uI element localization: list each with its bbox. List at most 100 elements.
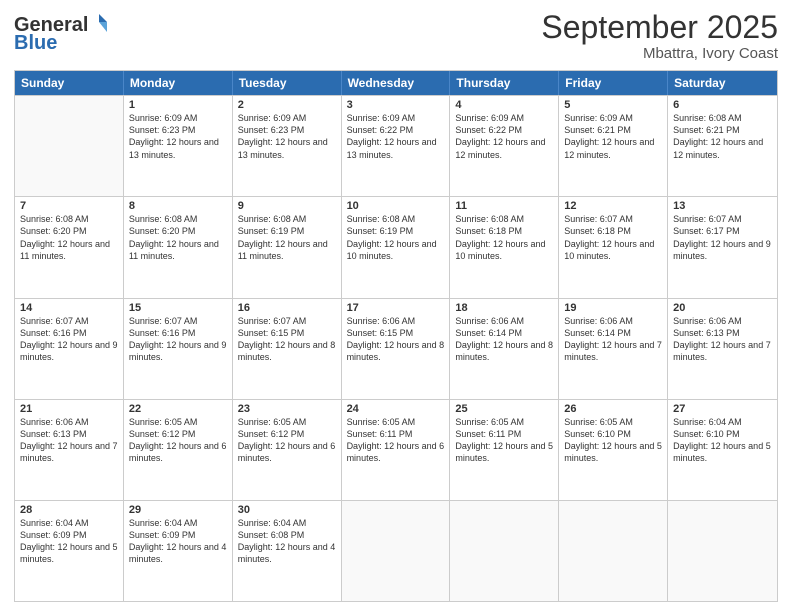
- cell-info: Sunrise: 6:07 AM Sunset: 6:16 PM Dayligh…: [129, 315, 227, 364]
- day-number: 6: [673, 99, 772, 111]
- cell-info: Sunrise: 6:09 AM Sunset: 6:23 PM Dayligh…: [129, 112, 227, 161]
- table-row: 14Sunrise: 6:07 AM Sunset: 6:16 PM Dayli…: [15, 299, 124, 399]
- header-day-thursday: Thursday: [450, 71, 559, 95]
- cell-info: Sunrise: 6:07 AM Sunset: 6:18 PM Dayligh…: [564, 213, 662, 262]
- cell-info: Sunrise: 6:04 AM Sunset: 6:09 PM Dayligh…: [20, 517, 118, 566]
- table-row: 30Sunrise: 6:04 AM Sunset: 6:08 PM Dayli…: [233, 501, 342, 601]
- cell-info: Sunrise: 6:09 AM Sunset: 6:23 PM Dayligh…: [238, 112, 336, 161]
- title-block: September 2025 Mbattra, Ivory Coast: [541, 10, 778, 62]
- cell-info: Sunrise: 6:06 AM Sunset: 6:14 PM Dayligh…: [564, 315, 662, 364]
- calendar-row-3: 14Sunrise: 6:07 AM Sunset: 6:16 PM Dayli…: [15, 298, 777, 399]
- table-row: 21Sunrise: 6:06 AM Sunset: 6:13 PM Dayli…: [15, 400, 124, 500]
- cell-info: Sunrise: 6:04 AM Sunset: 6:10 PM Dayligh…: [673, 416, 772, 465]
- logo-icon: [90, 12, 108, 34]
- day-number: 16: [238, 302, 336, 314]
- day-number: 25: [455, 403, 553, 415]
- table-row: 16Sunrise: 6:07 AM Sunset: 6:15 PM Dayli…: [233, 299, 342, 399]
- header-day-tuesday: Tuesday: [233, 71, 342, 95]
- day-number: 27: [673, 403, 772, 415]
- table-row: 11Sunrise: 6:08 AM Sunset: 6:18 PM Dayli…: [450, 197, 559, 297]
- day-number: 18: [455, 302, 553, 314]
- day-number: 26: [564, 403, 662, 415]
- header-day-wednesday: Wednesday: [342, 71, 451, 95]
- calendar-row-2: 7Sunrise: 6:08 AM Sunset: 6:20 PM Daylig…: [15, 196, 777, 297]
- cell-info: Sunrise: 6:07 AM Sunset: 6:16 PM Dayligh…: [20, 315, 118, 364]
- day-number: 4: [455, 99, 553, 111]
- day-number: 21: [20, 403, 118, 415]
- table-row: [450, 501, 559, 601]
- day-number: 5: [564, 99, 662, 111]
- table-row: 13Sunrise: 6:07 AM Sunset: 6:17 PM Dayli…: [668, 197, 777, 297]
- table-row: 29Sunrise: 6:04 AM Sunset: 6:09 PM Dayli…: [124, 501, 233, 601]
- calendar-row-5: 28Sunrise: 6:04 AM Sunset: 6:09 PM Dayli…: [15, 500, 777, 601]
- table-row: 24Sunrise: 6:05 AM Sunset: 6:11 PM Dayli…: [342, 400, 451, 500]
- day-number: 23: [238, 403, 336, 415]
- cell-info: Sunrise: 6:08 AM Sunset: 6:18 PM Dayligh…: [455, 213, 553, 262]
- table-row: 15Sunrise: 6:07 AM Sunset: 6:16 PM Dayli…: [124, 299, 233, 399]
- cell-info: Sunrise: 6:05 AM Sunset: 6:12 PM Dayligh…: [129, 416, 227, 465]
- header-day-sunday: Sunday: [15, 71, 124, 95]
- month-title: September 2025: [541, 10, 778, 45]
- cell-info: Sunrise: 6:06 AM Sunset: 6:15 PM Dayligh…: [347, 315, 445, 364]
- cell-info: Sunrise: 6:08 AM Sunset: 6:21 PM Dayligh…: [673, 112, 772, 161]
- day-number: 15: [129, 302, 227, 314]
- day-number: 29: [129, 504, 227, 516]
- table-row: 25Sunrise: 6:05 AM Sunset: 6:11 PM Dayli…: [450, 400, 559, 500]
- header-day-monday: Monday: [124, 71, 233, 95]
- day-number: 10: [347, 200, 445, 212]
- table-row: 23Sunrise: 6:05 AM Sunset: 6:12 PM Dayli…: [233, 400, 342, 500]
- table-row: 12Sunrise: 6:07 AM Sunset: 6:18 PM Dayli…: [559, 197, 668, 297]
- table-row: 22Sunrise: 6:05 AM Sunset: 6:12 PM Dayli…: [124, 400, 233, 500]
- cell-info: Sunrise: 6:09 AM Sunset: 6:21 PM Dayligh…: [564, 112, 662, 161]
- cell-info: Sunrise: 6:07 AM Sunset: 6:15 PM Dayligh…: [238, 315, 336, 364]
- day-number: 22: [129, 403, 227, 415]
- table-row: 26Sunrise: 6:05 AM Sunset: 6:10 PM Dayli…: [559, 400, 668, 500]
- cell-info: Sunrise: 6:05 AM Sunset: 6:12 PM Dayligh…: [238, 416, 336, 465]
- cell-info: Sunrise: 6:08 AM Sunset: 6:20 PM Dayligh…: [20, 213, 118, 262]
- table-row: 2Sunrise: 6:09 AM Sunset: 6:23 PM Daylig…: [233, 96, 342, 196]
- cell-info: Sunrise: 6:09 AM Sunset: 6:22 PM Dayligh…: [455, 112, 553, 161]
- day-number: 30: [238, 504, 336, 516]
- day-number: 14: [20, 302, 118, 314]
- cell-info: Sunrise: 6:04 AM Sunset: 6:09 PM Dayligh…: [129, 517, 227, 566]
- table-row: 19Sunrise: 6:06 AM Sunset: 6:14 PM Dayli…: [559, 299, 668, 399]
- table-row: 1Sunrise: 6:09 AM Sunset: 6:23 PM Daylig…: [124, 96, 233, 196]
- day-number: 2: [238, 99, 336, 111]
- cell-info: Sunrise: 6:06 AM Sunset: 6:13 PM Dayligh…: [673, 315, 772, 364]
- cell-info: Sunrise: 6:06 AM Sunset: 6:14 PM Dayligh…: [455, 315, 553, 364]
- cell-info: Sunrise: 6:05 AM Sunset: 6:11 PM Dayligh…: [455, 416, 553, 465]
- day-number: 8: [129, 200, 227, 212]
- table-row: 7Sunrise: 6:08 AM Sunset: 6:20 PM Daylig…: [15, 197, 124, 297]
- cell-info: Sunrise: 6:04 AM Sunset: 6:08 PM Dayligh…: [238, 517, 336, 566]
- logo: General Blue: [14, 14, 108, 54]
- table-row: 27Sunrise: 6:04 AM Sunset: 6:10 PM Dayli…: [668, 400, 777, 500]
- day-number: 11: [455, 200, 553, 212]
- table-row: 8Sunrise: 6:08 AM Sunset: 6:20 PM Daylig…: [124, 197, 233, 297]
- cell-info: Sunrise: 6:08 AM Sunset: 6:19 PM Dayligh…: [238, 213, 336, 262]
- table-row: 9Sunrise: 6:08 AM Sunset: 6:19 PM Daylig…: [233, 197, 342, 297]
- logo-text: General Blue: [14, 14, 108, 54]
- day-number: 3: [347, 99, 445, 111]
- page: General Blue September 2025 Mbattra, Ivo…: [0, 0, 792, 612]
- calendar-body: 1Sunrise: 6:09 AM Sunset: 6:23 PM Daylig…: [15, 95, 777, 601]
- day-number: 28: [20, 504, 118, 516]
- day-number: 24: [347, 403, 445, 415]
- logo-blue: Blue: [14, 32, 108, 54]
- header-day-friday: Friday: [559, 71, 668, 95]
- table-row: 3Sunrise: 6:09 AM Sunset: 6:22 PM Daylig…: [342, 96, 451, 196]
- calendar-header: SundayMondayTuesdayWednesdayThursdayFrid…: [15, 71, 777, 95]
- table-row: 10Sunrise: 6:08 AM Sunset: 6:19 PM Dayli…: [342, 197, 451, 297]
- cell-info: Sunrise: 6:07 AM Sunset: 6:17 PM Dayligh…: [673, 213, 772, 262]
- table-row: [559, 501, 668, 601]
- table-row: 6Sunrise: 6:08 AM Sunset: 6:21 PM Daylig…: [668, 96, 777, 196]
- table-row: [342, 501, 451, 601]
- table-row: [668, 501, 777, 601]
- cell-info: Sunrise: 6:08 AM Sunset: 6:19 PM Dayligh…: [347, 213, 445, 262]
- day-number: 12: [564, 200, 662, 212]
- day-number: 1: [129, 99, 227, 111]
- table-row: 20Sunrise: 6:06 AM Sunset: 6:13 PM Dayli…: [668, 299, 777, 399]
- day-number: 19: [564, 302, 662, 314]
- subtitle: Mbattra, Ivory Coast: [541, 45, 778, 62]
- header-day-saturday: Saturday: [668, 71, 777, 95]
- cell-info: Sunrise: 6:09 AM Sunset: 6:22 PM Dayligh…: [347, 112, 445, 161]
